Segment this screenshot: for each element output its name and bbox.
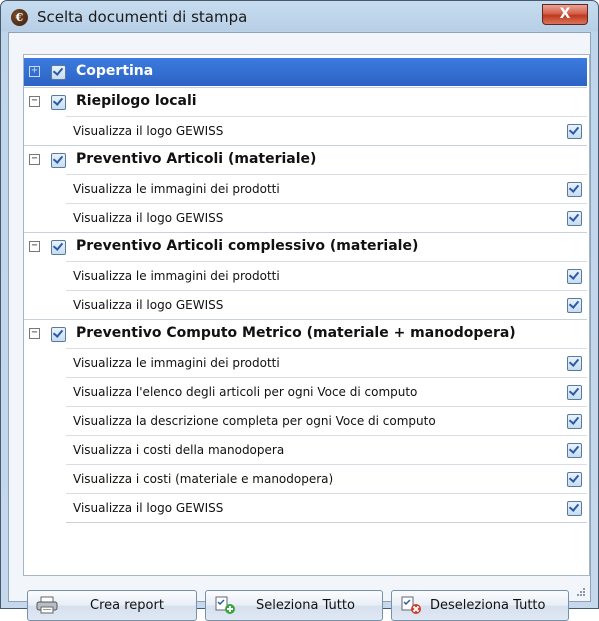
tree-group-row[interactable]: − Preventivo Computo Metrico (materiale +… — [24, 319, 587, 348]
collapse-icon[interactable]: − — [29, 154, 40, 165]
option-checkbox[interactable] — [567, 414, 582, 429]
option-checkbox[interactable] — [567, 443, 582, 458]
group-checkbox[interactable] — [51, 65, 66, 80]
close-icon: X — [559, 6, 571, 22]
tree-option-label: Visualizza il logo GEWISS — [73, 124, 224, 138]
euro-app-icon: € — [11, 9, 28, 26]
dialog-client-area: + Copertina − Riepilogo locali Visualizza il… — [8, 32, 591, 621]
window-title: Scelta documenti di stampa — [37, 8, 248, 26]
resize-grip-icon[interactable] — [576, 587, 586, 597]
group-checkbox[interactable] — [51, 153, 66, 168]
tree-group-row[interactable]: − Preventivo Articoli complessivo (materi… — [24, 232, 587, 261]
create-report-button[interactable]: Crea report — [27, 590, 197, 621]
tree-option-label: Visualizza le immagini dei prodotti — [73, 356, 280, 370]
group-checkbox[interactable] — [51, 240, 66, 255]
tree-option-label: Visualizza i costi (materiale e manodope… — [73, 472, 334, 486]
tree-group-label: Preventivo Articoli (materiale) — [76, 151, 317, 167]
tree-group-row[interactable]: + Copertina — [24, 58, 587, 86]
tree-option-row[interactable]: Visualizza il logo GEWISS — [66, 290, 587, 319]
group-checkbox[interactable] — [51, 327, 66, 342]
tree-option-row[interactable]: Visualizza il logo GEWISS — [66, 116, 587, 145]
tree-option-row[interactable]: Visualizza l'elenco degli articoli per o… — [66, 377, 587, 406]
tree-divider — [66, 522, 587, 523]
tree-option-label: Visualizza le immagini dei prodotti — [73, 269, 280, 283]
tree-option-label: Visualizza il logo GEWISS — [73, 501, 224, 515]
tree-option-row[interactable]: Visualizza le immagini dei prodotti — [66, 261, 587, 290]
option-checkbox[interactable] — [567, 298, 582, 313]
tree-option-row[interactable]: Visualizza le immagini dei prodotti — [66, 348, 587, 377]
tree-option-label: Visualizza il logo GEWISS — [73, 211, 224, 225]
option-checkbox[interactable] — [567, 182, 582, 197]
close-button[interactable]: X — [542, 4, 588, 25]
tree-group-label: Riepilogo locali — [76, 93, 197, 109]
tree-group-row[interactable]: − Preventivo Articoli (materiale) — [24, 145, 587, 174]
tree-option-label: Visualizza il logo GEWISS — [73, 298, 224, 312]
option-checkbox[interactable] — [567, 501, 582, 516]
deselect-all-button[interactable]: Deseleziona Tutto — [391, 590, 569, 621]
select-all-button[interactable]: Seleziona Tutto — [205, 590, 383, 621]
create-report-label: Crea report — [90, 598, 164, 613]
group-checkbox[interactable] — [51, 95, 66, 110]
dialog-window: € Scelta documenti di stampa X + Copertin… — [0, 0, 599, 621]
deselect-all-icon — [401, 596, 421, 614]
tree-option-label: Visualizza l'elenco degli articoli per o… — [73, 385, 418, 399]
collapse-icon[interactable]: − — [29, 328, 40, 339]
tree-option-label: Visualizza la descrizione completa per o… — [73, 414, 436, 428]
tree-option-row[interactable]: Visualizza il logo GEWISS — [66, 493, 587, 522]
tree-group-label: Preventivo Articoli complessivo (materia… — [76, 238, 419, 254]
title-bar: € Scelta documenti di stampa X — [1, 1, 598, 33]
option-checkbox[interactable] — [567, 356, 582, 371]
collapse-icon[interactable]: − — [29, 241, 40, 252]
option-checkbox[interactable] — [567, 269, 582, 284]
expand-icon[interactable]: + — [29, 66, 40, 77]
tree-option-label: Visualizza i costi della manodopera — [73, 443, 285, 457]
option-checkbox[interactable] — [567, 385, 582, 400]
tree-group-label: Copertina — [76, 63, 154, 79]
printer-icon — [36, 596, 58, 614]
tree-option-row[interactable]: Visualizza le immagini dei prodotti — [66, 174, 587, 203]
tree-option-label: Visualizza le immagini dei prodotti — [73, 182, 280, 196]
option-checkbox[interactable] — [567, 211, 582, 226]
tree-group-row[interactable]: − Riepilogo locali — [24, 87, 587, 116]
tree-option-row[interactable]: Visualizza il logo GEWISS — [66, 203, 587, 232]
tree-option-row[interactable]: Visualizza i costi (materiale e manodope… — [66, 464, 587, 493]
select-all-icon — [215, 596, 235, 614]
deselect-all-label: Deseleziona Tutto — [430, 598, 546, 613]
tree-option-row[interactable]: Visualizza la descrizione completa per o… — [66, 406, 587, 435]
tree-option-row[interactable]: Visualizza i costi della manodopera — [66, 435, 587, 464]
document-tree: + Copertina − Riepilogo locali Visualizza il… — [23, 54, 590, 576]
collapse-icon[interactable]: − — [29, 96, 40, 107]
tree-group-label: Preventivo Computo Metrico (materiale + … — [76, 325, 516, 341]
option-checkbox[interactable] — [567, 472, 582, 487]
option-checkbox[interactable] — [567, 124, 582, 139]
select-all-label: Seleziona Tutto — [256, 598, 355, 613]
